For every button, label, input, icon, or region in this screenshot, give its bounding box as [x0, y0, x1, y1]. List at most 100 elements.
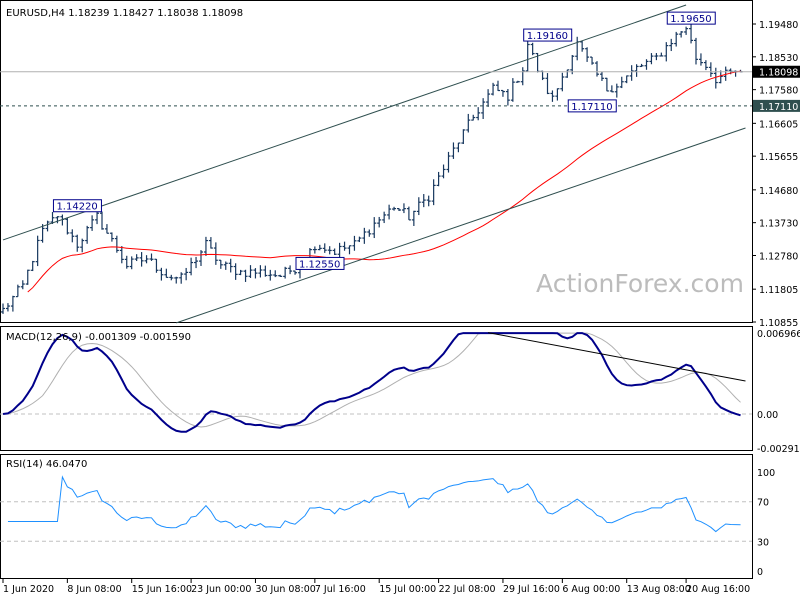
macd-tick-label: 0.006966 — [757, 329, 800, 340]
x-tick-label: 30 Jun 08:00 — [255, 584, 315, 595]
x-tick-label: 23 Jun 00:00 — [191, 584, 251, 595]
ohlc-bar — [139, 252, 144, 267]
ohlc-bar — [273, 270, 278, 278]
macd-line — [2, 332, 741, 433]
ohlc-bar — [367, 229, 372, 237]
ohlc-bar — [283, 266, 288, 279]
ohlc-bar — [75, 234, 80, 252]
ohlc-bar — [85, 225, 90, 244]
ohlc-bar — [159, 267, 164, 281]
ohlc-bar — [124, 255, 129, 269]
ohlc-bar — [397, 207, 401, 212]
x-tick-label: 6 Aug 00:00 — [562, 584, 620, 595]
ohlc-bar — [703, 60, 708, 71]
ohlc-bar — [278, 274, 283, 277]
ohlc-bar — [90, 215, 95, 231]
ohlc-bar — [179, 272, 184, 284]
ohlc-bar — [199, 250, 203, 266]
ohlc-bar — [461, 129, 466, 144]
x-tick-label: 8 Jun 08:00 — [67, 584, 121, 595]
y-tick-label: 1.19480 — [759, 20, 798, 31]
ohlc-bar — [590, 56, 595, 65]
ohlc-bar — [258, 265, 263, 278]
ohlc-bar — [238, 269, 243, 276]
x-tick-label: 22 Jul 08:00 — [439, 584, 496, 595]
x-tick-label: 29 Jul 16:00 — [503, 584, 560, 595]
macd-trendline — [488, 332, 746, 382]
ohlc-bar — [476, 107, 481, 121]
macd-tick-label: 0.00 — [757, 410, 778, 421]
y-tick-label: 1.14680 — [759, 186, 798, 197]
ohlc-bar — [491, 82, 496, 96]
annotation-label: 1.19650 — [670, 14, 711, 25]
chart-canvas: ActionForex.com 1.14220 1.12550 1.19160 1.1… — [0, 0, 800, 595]
ohlc-bar — [357, 236, 362, 243]
ohlc-bar — [100, 211, 104, 230]
ohlc-bar — [708, 62, 713, 77]
ohlc-bar — [411, 210, 416, 226]
ohlc-bar — [446, 151, 451, 173]
ohlc-bar — [164, 268, 169, 279]
ohlc-bar — [466, 113, 471, 133]
ohlc-bar — [530, 42, 535, 56]
price-annotation: 1.17110 — [567, 99, 617, 113]
y-tick-label: 1.18530 — [759, 53, 798, 64]
annotation-label: 1.19160 — [527, 31, 568, 42]
ohlc-bar — [401, 203, 406, 214]
ohlc-bar — [362, 227, 367, 244]
ohlc-bar — [486, 89, 491, 107]
ohlc-bar — [387, 204, 392, 220]
price-annotation: 1.19160 — [523, 28, 573, 42]
ohlc-bar — [20, 280, 25, 290]
ohlc-bar — [679, 31, 684, 38]
ohlc-bar — [80, 238, 85, 253]
ohlc-bar — [189, 257, 194, 276]
macd-signal-line — [2, 332, 741, 428]
price-annotation: 1.19650 — [666, 11, 716, 25]
ohlc-bar — [45, 220, 50, 232]
ohlc-bar — [129, 256, 134, 270]
ohlc-bar — [218, 259, 223, 269]
ohlc-bar — [644, 59, 649, 70]
support-level-tag: 1.17110 — [759, 102, 798, 113]
ohlc-bar — [312, 246, 317, 254]
ohlc-bar — [228, 258, 233, 273]
price-annotation: 1.14220 — [52, 199, 102, 213]
ohlc-bar — [213, 242, 218, 265]
ohlc-bar — [317, 244, 322, 251]
ohlc-bar — [104, 224, 109, 234]
ohlc-bar — [654, 53, 659, 61]
rsi-line — [7, 475, 741, 533]
ohlc-bar — [585, 47, 590, 62]
ohlc-bar — [481, 98, 486, 120]
ohlc-bar — [268, 269, 273, 281]
x-tick-label: 7 Jul 16:00 — [315, 584, 366, 595]
ohlc-bar — [377, 216, 382, 228]
ohlc-bar — [263, 265, 268, 277]
ohlc-bar — [248, 265, 253, 278]
ohlc-bar — [550, 90, 555, 102]
ohlc-bar — [505, 88, 510, 106]
ohlc-bar — [664, 42, 669, 62]
y-tick-label: 1.11805 — [759, 285, 798, 296]
ohlc-bar — [382, 211, 387, 224]
macd-panel — [0, 326, 753, 451]
ohlc-bar — [520, 67, 525, 86]
rsi-tick-label: 100 — [757, 468, 775, 479]
ohlc-bar — [322, 243, 327, 253]
ohlc-bar — [694, 37, 698, 65]
watermark: ActionForex.com — [536, 269, 744, 298]
ohlc-bar — [144, 255, 149, 264]
ohlc-bar — [1, 303, 5, 314]
ohlc-bar — [604, 77, 609, 92]
ohlc-bar — [208, 237, 213, 249]
ohlc-bar — [545, 73, 550, 95]
ohlc-bar — [35, 235, 40, 267]
ohlc-bar — [372, 217, 377, 239]
ohlc-bar — [203, 236, 208, 256]
ohlc-bar — [233, 263, 238, 280]
ohlc-bar — [5, 303, 10, 312]
macd-title: MACD(12,26,9) -0.001309 -0.001590 — [6, 332, 191, 343]
ohlc-bar — [599, 71, 604, 81]
ohlc-bar — [119, 246, 124, 264]
